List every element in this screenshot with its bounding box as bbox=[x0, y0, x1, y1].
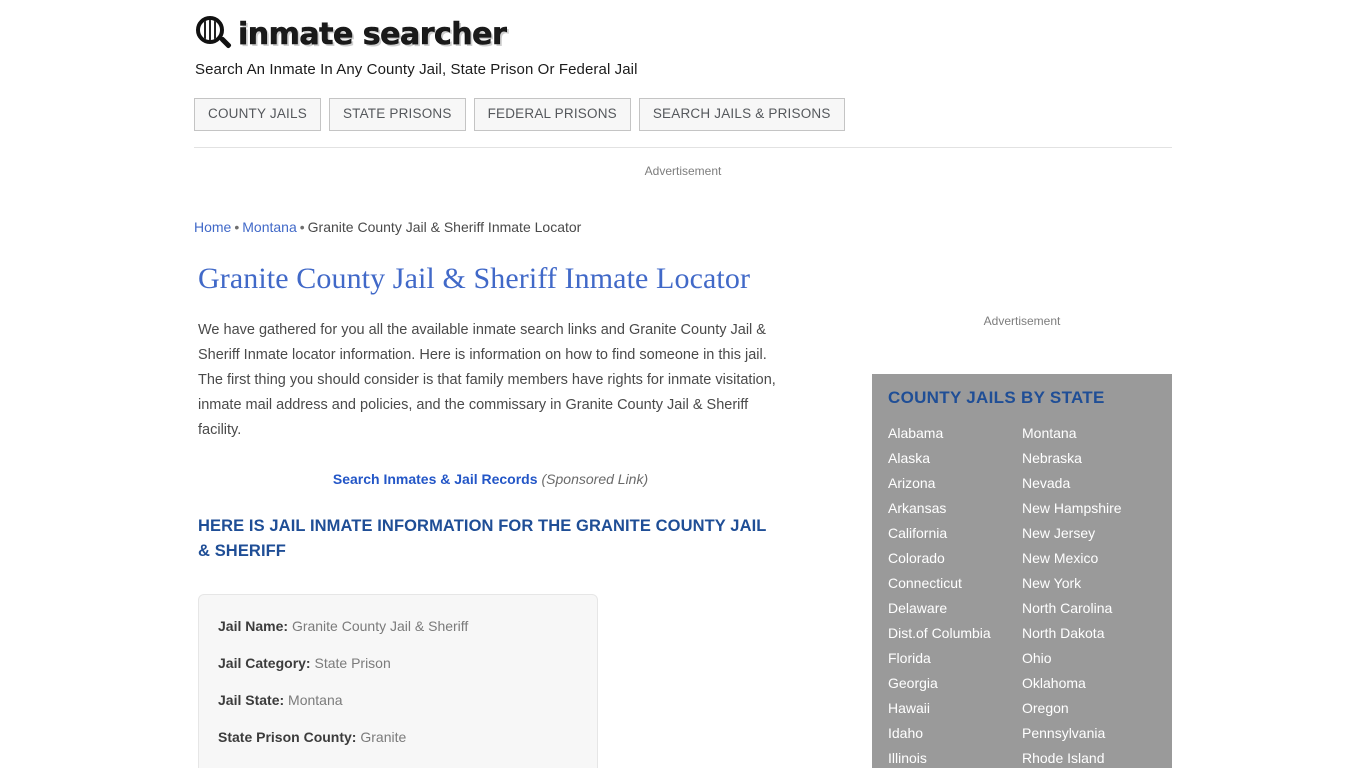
site-header: inmate searcher Search An Inmate In Any … bbox=[194, 12, 1172, 78]
breadcrumb-separator-1: • bbox=[234, 219, 240, 235]
sponsored-search-link[interactable]: Search Inmates & Jail Records bbox=[333, 471, 538, 487]
sidebar-state-idaho[interactable]: Idaho bbox=[888, 721, 1022, 746]
breadcrumb: Home • Montana • Granite County Jail & Sheri… bbox=[194, 219, 581, 235]
sidebar-state-connecticut[interactable]: Connecticut bbox=[888, 571, 1022, 596]
breadcrumb-current: Granite County Jail & Sheriff Inmate Loc… bbox=[307, 219, 582, 235]
sidebar-title: COUNTY JAILS BY STATE bbox=[888, 388, 1105, 407]
sidebar-state-nevada[interactable]: Nevada bbox=[1022, 471, 1172, 496]
sponsored-link-row: Search Inmates & Jail Records (Sponsored … bbox=[198, 471, 783, 487]
nav-federal-prisons[interactable]: FEDERAL PRISONS bbox=[473, 98, 631, 131]
sidebar-state-oklahoma[interactable]: Oklahoma bbox=[1022, 671, 1172, 696]
sidebar-state-california[interactable]: California bbox=[888, 521, 1022, 546]
site-tagline: Search An Inmate In Any County Jail, Sta… bbox=[195, 61, 638, 78]
breadcrumb-separator-2: • bbox=[299, 219, 305, 235]
info-value-jail-state: Montana bbox=[288, 692, 343, 708]
info-row-jail-name: Jail Name: Granite County Jail & Sheriff bbox=[218, 617, 597, 635]
sidebar-state-florida[interactable]: Florida bbox=[888, 646, 1022, 671]
sidebar-state-hawaii[interactable]: Hawaii bbox=[888, 696, 1022, 721]
site-logo-text: inmate searcher bbox=[238, 16, 507, 52]
sidebar-state-north-dakota[interactable]: North Dakota bbox=[1022, 621, 1172, 646]
sidebar-state-alaska[interactable]: Alaska bbox=[888, 446, 1022, 471]
sidebar-state-colorado[interactable]: Colorado bbox=[888, 546, 1022, 571]
info-row-prison-county: State Prison County: Granite bbox=[218, 728, 597, 746]
header-divider bbox=[194, 147, 1172, 148]
sidebar-state-georgia[interactable]: Georgia bbox=[888, 671, 1022, 696]
page-title: Granite County Jail & Sheriff Inmate Loc… bbox=[198, 262, 751, 295]
nav-state-prisons[interactable]: STATE PRISONS bbox=[328, 98, 466, 131]
primary-nav: COUNTY JAILS STATE PRISONS FEDERAL PRISO… bbox=[194, 98, 845, 131]
magnifier-jail-icon bbox=[194, 14, 234, 54]
nav-county-jails[interactable]: COUNTY JAILS bbox=[194, 98, 321, 131]
info-row-jail-state: Jail State: Montana bbox=[218, 691, 597, 709]
nav-search-jails-prisons[interactable]: SEARCH JAILS & PRISONS bbox=[638, 98, 845, 131]
sidebar-state-illinois[interactable]: Illinois bbox=[888, 746, 1022, 768]
sidebar-state-new-hampshire[interactable]: New Hampshire bbox=[1022, 496, 1172, 521]
info-value-jail-category: State Prison bbox=[314, 655, 391, 671]
sidebar-county-jails-by-state: COUNTY JAILS BY STATE Alabama Montana Al… bbox=[872, 374, 1172, 768]
info-label-jail-category: Jail Category: bbox=[218, 655, 311, 671]
info-label-jail-name: Jail Name: bbox=[218, 618, 289, 634]
sidebar-state-nebraska[interactable]: Nebraska bbox=[1022, 446, 1172, 471]
info-value-prison-county: Granite bbox=[360, 729, 407, 745]
sidebar-state-rhode-island[interactable]: Rhode Island bbox=[1022, 746, 1172, 768]
sidebar-state-grid: Alabama Montana Alaska Nebraska Arizona … bbox=[872, 421, 1172, 768]
sidebar-state-montana[interactable]: Montana bbox=[1022, 421, 1172, 446]
page-root: inmate searcher Search An Inmate In Any … bbox=[0, 0, 1366, 768]
main-content: Granite County Jail & Sheriff Inmate Loc… bbox=[198, 262, 798, 768]
sidebar-state-delaware[interactable]: Delaware bbox=[888, 596, 1022, 621]
sidebar-state-arkansas[interactable]: Arkansas bbox=[888, 496, 1022, 521]
site-logo[interactable]: inmate searcher bbox=[194, 12, 1172, 56]
info-value-jail-name: Granite County Jail & Sheriff bbox=[291, 618, 469, 634]
breadcrumb-home[interactable]: Home bbox=[194, 219, 231, 235]
breadcrumb-montana[interactable]: Montana bbox=[242, 219, 296, 235]
sidebar-state-pennsylvania[interactable]: Pennsylvania bbox=[1022, 721, 1172, 746]
sponsored-note: (Sponsored Link) bbox=[541, 471, 649, 487]
info-label-jail-state: Jail State: bbox=[218, 692, 285, 708]
section-title: HERE IS JAIL INMATE INFORMATION FOR THE … bbox=[198, 517, 767, 560]
sidebar-state-new-jersey[interactable]: New Jersey bbox=[1022, 521, 1172, 546]
sidebar-state-new-mexico[interactable]: New Mexico bbox=[1022, 546, 1172, 571]
ad-label-sidebar: Advertisement bbox=[983, 314, 1061, 328]
sidebar-state-north-carolina[interactable]: North Carolina bbox=[1022, 596, 1172, 621]
info-label-prison-county: State Prison County: bbox=[218, 729, 357, 745]
ad-label-top: Advertisement bbox=[644, 164, 722, 178]
sidebar-state-alabama[interactable]: Alabama bbox=[888, 421, 1022, 446]
sidebar-state-arizona[interactable]: Arizona bbox=[888, 471, 1022, 496]
info-row-jail-category: Jail Category: State Prison bbox=[218, 654, 597, 672]
sidebar-state-ohio[interactable]: Ohio bbox=[1022, 646, 1172, 671]
sidebar-state-new-york[interactable]: New York bbox=[1022, 571, 1172, 596]
sidebar-state-dist-of-columbia[interactable]: Dist.of Columbia bbox=[888, 621, 1022, 646]
sidebar-state-oregon[interactable]: Oregon bbox=[1022, 696, 1172, 721]
intro-paragraph: We have gathered for you all the availab… bbox=[198, 322, 776, 438]
jail-info-card: Jail Name: Granite County Jail & Sheriff… bbox=[198, 594, 598, 768]
